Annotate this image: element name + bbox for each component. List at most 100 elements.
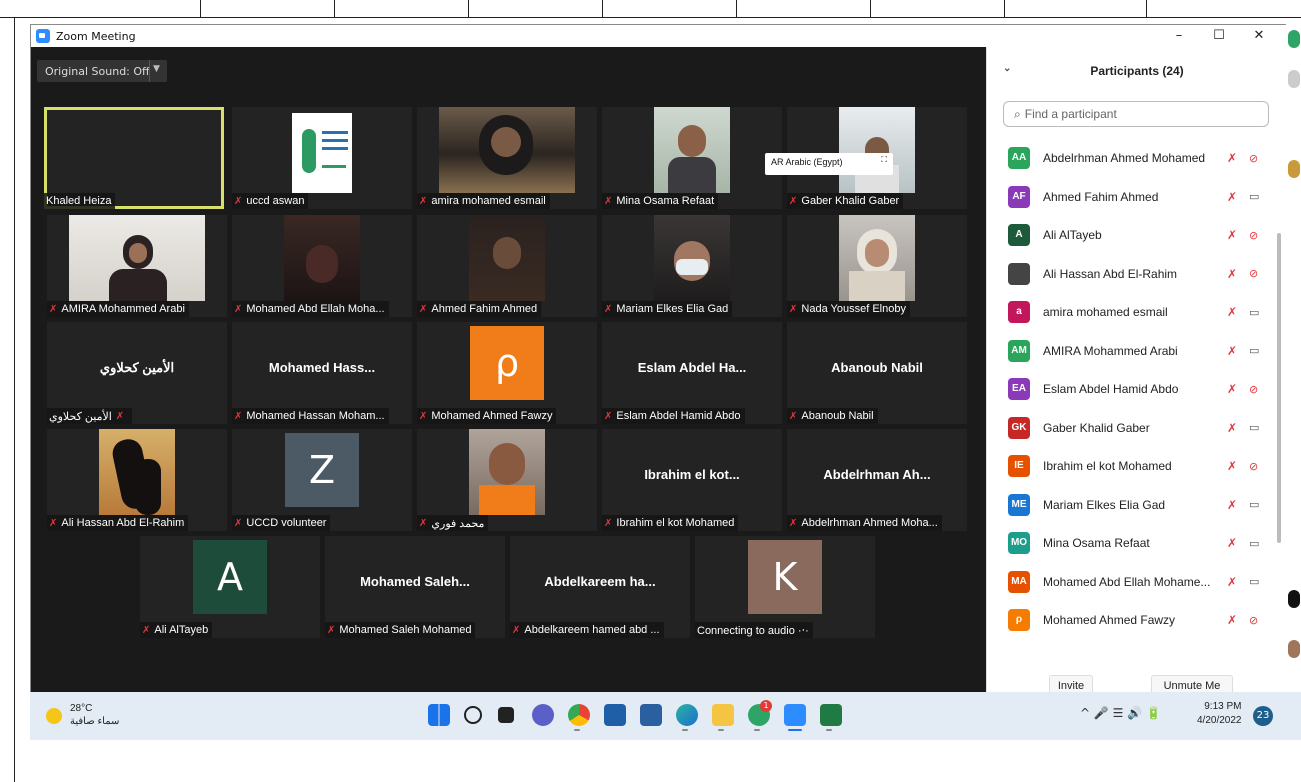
chat-icon[interactable]	[532, 704, 554, 726]
avatar	[1008, 262, 1030, 285]
participant-row[interactable]: AA Abdelrhman Ahmed Mohamed ✗ ⊘	[987, 139, 1277, 178]
camera-off-icon: ⊘	[1249, 228, 1259, 242]
muted-mic-icon: ✗	[419, 517, 428, 529]
tile-namebar: ✗ Mariam Elkes Elia Gad	[602, 301, 733, 317]
muted-mic-icon: ✗	[234, 517, 243, 529]
maximize-button[interactable]: ☐	[1199, 25, 1239, 47]
muted-mic-icon: ✗	[1227, 574, 1238, 589]
store-icon[interactable]	[604, 704, 626, 726]
video-tile[interactable]: ✗ Mohamed Abd Ellah Moha...	[232, 215, 412, 317]
avatar: IE	[1008, 455, 1030, 478]
video-tile[interactable]: ✗ Ali Hassan Abd El-Rahim	[47, 429, 227, 531]
close-button[interactable]: ✕	[1239, 25, 1279, 47]
participant-video	[284, 215, 360, 301]
participant-row[interactable]: Ali Hassan Abd El-Rahim ✗ ⊘	[987, 255, 1277, 294]
tile-namebar: ✗ Nada Youssef Elnoby	[787, 301, 910, 317]
tile-display-name: Ibrahim el kot...	[644, 467, 740, 482]
video-tile[interactable]: Ibrahim el kot... ✗ Ibrahim el kot Mohame…	[602, 429, 782, 531]
system-tray[interactable]: ^ 🎤 ☰ 🔊 🔋	[1080, 706, 1161, 720]
tile-namebar: ✗ AMIRA Mohammed Arabi	[47, 301, 189, 317]
tile-name: UCCD volunteer	[246, 517, 327, 529]
excel-icon[interactable]	[820, 704, 842, 726]
search-icon[interactable]	[464, 706, 482, 724]
muted-mic-icon: ✗	[1227, 305, 1238, 320]
video-tile[interactable]: ρ ✗ Mohamed Ahmed Fawzy	[417, 322, 597, 424]
tile-name: Ahmed Fahim Ahmed	[431, 303, 538, 315]
video-tile[interactable]: ✗ Mariam Elkes Elia Gad	[602, 215, 782, 317]
video-tile[interactable]: ✗ محمد فوري	[417, 429, 597, 531]
tile-namebar: ✗ Ibrahim el kot Mohamed	[602, 515, 739, 531]
video-tile[interactable]: ✗ Nada Youssef Elnoby	[787, 215, 967, 317]
participant-row[interactable]: IE Ibrahim el kot Mohamed ✗ ⊘	[987, 447, 1277, 486]
participant-row[interactable]: a amira mohamed esmail ✗ ▭	[987, 293, 1277, 332]
video-tile[interactable]: Abdelkareem ha... ✗ Abdelkareem hamed abd…	[510, 536, 690, 638]
participant-row[interactable]: ME Mariam Elkes Elia Gad ✗ ▭	[987, 486, 1277, 525]
video-tile[interactable]: ✗ uccd aswan	[232, 107, 412, 209]
search-placeholder: Find a participant	[1024, 107, 1117, 121]
video-tile[interactable]: ✗ AMIRA Mohammed Arabi	[47, 215, 227, 317]
search-icon: ⌕	[1014, 106, 1021, 121]
original-sound-button[interactable]: Original Sound: Off ▼	[37, 60, 167, 82]
muted-mic-icon: ✗	[115, 410, 125, 422]
video-tile[interactable]: Eslam Abdel Ha... ✗ Eslam Abdel Hamid Abd…	[602, 322, 782, 424]
video-tile[interactable]: A ✗ Ali AlTayeb	[140, 536, 320, 638]
video-tile[interactable]: Z ✗ UCCD volunteer	[232, 429, 412, 531]
tile-display-name: الأمين كحلاوي	[99, 360, 175, 375]
mail-icon[interactable]	[640, 704, 662, 726]
video-tile[interactable]: ✗ Ahmed Fahim Ahmed	[417, 215, 597, 317]
participant-row[interactable]: A Ali AlTayeb ✗ ⊘	[987, 216, 1277, 255]
divider	[149, 60, 150, 82]
camera-icon: ▭	[1249, 190, 1260, 204]
video-tile[interactable]: Khaled Heiza	[44, 107, 224, 209]
avatar: MA	[1008, 570, 1030, 593]
file-explorer-icon[interactable]	[712, 704, 734, 726]
participant-name: Ali Hassan Abd El-Rahim	[1043, 266, 1178, 281]
avatar: GK	[1008, 416, 1030, 439]
windows-start-icon[interactable]	[428, 704, 450, 726]
participant-row[interactable]: AF Ahmed Fahim Ahmed ✗ ▭	[987, 178, 1277, 217]
chevron-down-icon[interactable]: ▼	[153, 64, 160, 74]
tile-name: Khaled Heiza	[46, 195, 112, 207]
participant-row[interactable]: GK Gaber Khalid Gaber ✗ ▭	[987, 409, 1277, 448]
video-tile[interactable]: الأمين كحلاوي الأمين كحلاوي ✗	[47, 322, 227, 424]
weather-widget[interactable]: 28°C سماء صافية	[46, 702, 119, 728]
minimize-button[interactable]: –	[1159, 25, 1199, 47]
tile-display-name: Abdelkareem ha...	[544, 574, 656, 589]
date: 4/20/2022	[1197, 715, 1242, 726]
muted-mic-icon: ✗	[1227, 497, 1238, 512]
task-view-icon[interactable]	[498, 707, 514, 723]
original-sound-label: Original Sound: Off	[45, 64, 150, 78]
participant-row[interactable]: ρ Mohamed Ahmed Fawzy ✗ ⊘	[987, 601, 1277, 640]
chevron-down-icon[interactable]: ⌄	[1003, 63, 1011, 74]
camera-off-icon: ⊘	[1249, 613, 1259, 627]
participant-name: Ali AlTayeb	[1043, 228, 1102, 243]
language-popup[interactable]: AR Arabic (Egypt) ⛶	[765, 153, 893, 175]
divider	[14, 18, 15, 782]
video-tile[interactable]: Mohamed Hass... ✗ Mohamed Hassan Moham...	[232, 322, 412, 424]
video-tile[interactable]: ✗ amira mohamed esmail	[417, 107, 597, 209]
video-tile[interactable]: Abdelrhman Ah... ✗ Abdelrhman Ahmed Moha.…	[787, 429, 967, 531]
participant-row[interactable]: MA Mohamed Abd Ellah Mohame... ✗ ▭	[987, 563, 1277, 602]
camera-icon: ▭	[1249, 421, 1260, 435]
participant-name: Mohamed Ahmed Fawzy	[1043, 613, 1176, 628]
clock[interactable]: 9:13 PM 4/20/2022	[1197, 700, 1242, 728]
video-tile[interactable]: K Connecting to audio ·‧·	[695, 536, 875, 638]
zoom-icon[interactable]	[784, 704, 806, 726]
muted-mic-icon: ✗	[604, 517, 613, 529]
chrome-icon[interactable]	[568, 704, 590, 726]
muted-mic-icon: ✗	[234, 195, 243, 207]
video-tile[interactable]: ✗ Mina Osama Refaat	[602, 107, 782, 209]
scrollbar[interactable]	[1277, 233, 1281, 543]
muted-mic-icon: ✗	[789, 410, 798, 422]
expand-icon[interactable]: ⛶	[881, 155, 887, 165]
participant-row[interactable]: AM AMIRA Mohammed Arabi ✗ ▭	[987, 332, 1277, 371]
participant-row[interactable]: EA Eslam Abdel Hamid Abdo ✗ ⊘	[987, 370, 1277, 409]
avatar: AF	[1008, 185, 1030, 208]
search-input[interactable]: ⌕ Find a participant	[1003, 101, 1269, 127]
participant-row[interactable]: MO Mina Osama Refaat ✗ ▭	[987, 524, 1277, 563]
video-tile[interactable]: Mohamed Saleh... ✗ Mohamed Saleh Mohamed	[325, 536, 505, 638]
edge-icon[interactable]	[676, 704, 698, 726]
video-tile[interactable]: Abanoub Nabil ✗ Abanoub Nabil	[787, 322, 967, 424]
notification-count[interactable]: 23	[1253, 706, 1273, 726]
weather-condition: سماء صافية	[70, 716, 120, 727]
